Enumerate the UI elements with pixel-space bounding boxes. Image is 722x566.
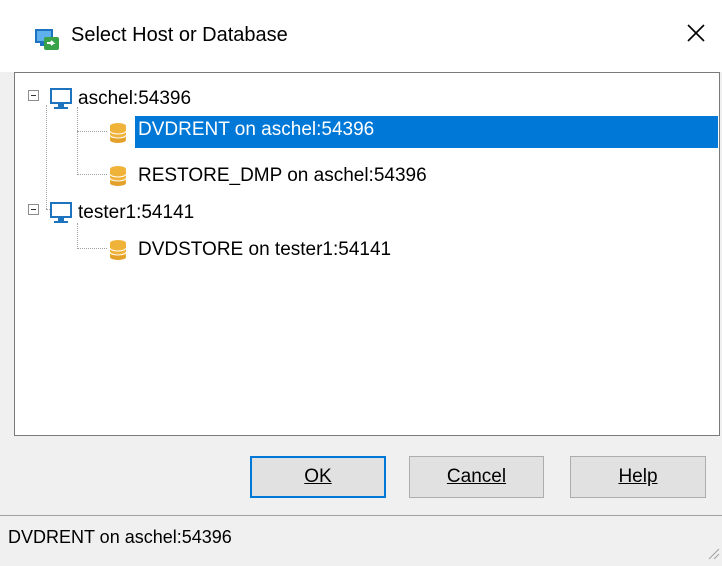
tree-database-item[interactable] (105, 117, 131, 149)
tree-host-item[interactable]: tester1:54141 (49, 197, 197, 229)
tree-database-item[interactable]: RESTORE_DMP on aschel:54396 (105, 160, 430, 192)
database-icon (105, 164, 131, 188)
collapse-minus-icon[interactable] (28, 204, 39, 215)
title-bar: Select Host or Database (0, 0, 722, 72)
collapse-minus-icon[interactable] (28, 90, 39, 101)
status-text: DVDRENT on aschel:54396 (8, 527, 232, 547)
close-icon (686, 23, 706, 49)
monitor-icon (49, 88, 75, 110)
cancel-button[interactable]: Cancel (409, 456, 544, 498)
host-label: tester1:54141 (78, 202, 195, 223)
host-label: aschel:54396 (78, 88, 192, 109)
host-database-tree[interactable]: aschel:54396 DVDRENT on aschel:54396 RES… (14, 72, 720, 436)
resize-grip-icon[interactable] (706, 544, 720, 560)
tree-database-item[interactable]: DVDSTORE on tester1:54141 (105, 234, 394, 266)
database-label: DVDRENT on aschel:54396 (138, 119, 375, 140)
app-icon (34, 26, 60, 52)
monitor-icon (49, 202, 75, 224)
window-title: Select Host or Database (71, 24, 288, 46)
close-button[interactable] (670, 12, 722, 60)
database-label: DVDSTORE on tester1:54141 (138, 239, 392, 260)
ok-label: OK (304, 466, 332, 487)
help-label: Help (618, 466, 658, 487)
cancel-label: Cancel (446, 466, 507, 487)
help-button[interactable]: Help (570, 456, 706, 498)
database-label: RESTORE_DMP on aschel:54396 (138, 165, 427, 186)
status-bar: DVDRENT on aschel:54396 (0, 515, 722, 560)
database-icon (105, 238, 131, 262)
database-icon (105, 121, 131, 145)
ok-button[interactable]: OK (250, 456, 386, 498)
tree-host-item[interactable]: aschel:54396 (49, 83, 194, 115)
selected-database-row[interactable]: DVDRENT on aschel:54396 (135, 116, 718, 148)
